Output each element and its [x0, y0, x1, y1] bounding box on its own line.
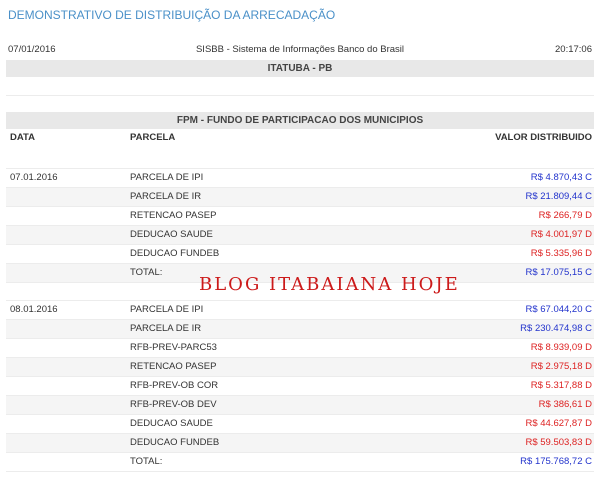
table-row: 08.01.2016 PARCELA DE IPI R$ 67.044,20 C	[6, 301, 594, 320]
column-header-date: DATA	[10, 132, 35, 143]
table-row: TOTAL: R$ 175.768,72 C	[6, 453, 594, 472]
row-parcel: DEDUCAO SAUDE	[130, 418, 213, 429]
group-gap	[6, 146, 594, 169]
row-parcel: PARCELA DE IR	[130, 191, 202, 202]
row-parcel: TOTAL:	[130, 267, 163, 278]
row-value: R$ 17.075,15 C	[525, 267, 592, 278]
row-value: R$ 4.001,97 D	[530, 229, 592, 240]
row-parcel: RFB-PREV-PARC53	[130, 342, 217, 353]
table-row: RETENCAO PASEP R$ 2.975,18 D	[6, 358, 594, 377]
row-parcel: RFB-PREV-OB COR	[130, 380, 219, 391]
row-value: R$ 8.939,09 D	[530, 342, 592, 353]
row-parcel: DEDUCAO FUNDEB	[130, 248, 220, 259]
row-date: 07.01.2016	[10, 172, 58, 183]
row-value: R$ 44.627,87 D	[525, 418, 592, 429]
table-row: PARCELA DE IR R$ 230.474,98 C	[6, 320, 594, 339]
distribution-table: 07.01.2016 PARCELA DE IPI R$ 4.870,43 C PAR…	[0, 146, 600, 472]
table-row: RFB-PREV-OB DEV R$ 386,61 D	[6, 396, 594, 415]
system-name: SISBB - Sistema de Informações Banco do …	[195, 44, 405, 55]
row-value: R$ 59.503,83 D	[525, 437, 592, 448]
row-value: R$ 2.975,18 D	[530, 361, 592, 372]
row-date: 08.01.2016	[10, 304, 58, 315]
row-parcel: DEDUCAO SAUDE	[130, 229, 213, 240]
row-parcel: DEDUCAO FUNDEB	[130, 437, 220, 448]
row-parcel: RFB-PREV-OB DEV	[130, 399, 217, 410]
row-value: R$ 175.768,72 C	[520, 456, 592, 467]
row-parcel: PARCELA DE IPI	[130, 172, 204, 183]
municipality-bar: ITATUBA - PB	[6, 60, 594, 77]
table-row: 07.01.2016 PARCELA DE IPI R$ 4.870,43 C	[6, 169, 594, 188]
row-value: R$ 386,61 D	[538, 399, 592, 410]
column-header-value: VALOR DISTRIBUIDO	[495, 132, 592, 143]
row-value: R$ 266,79 D	[538, 210, 592, 221]
table-row: DEDUCAO FUNDEB R$ 59.503,83 D	[6, 434, 594, 453]
section-spacer	[6, 77, 594, 96]
row-value: R$ 4.870,43 C	[530, 172, 592, 183]
row-parcel: TOTAL:	[130, 456, 163, 467]
table-row: DEDUCAO SAUDE R$ 4.001,97 D	[6, 226, 594, 245]
table-row: RFB-PREV-PARC53 R$ 8.939,09 D	[6, 339, 594, 358]
column-header-parcel: PARCELA	[130, 132, 176, 143]
table-row: PARCELA DE IR R$ 21.809,44 C	[6, 188, 594, 207]
row-parcel: RETENCAO PASEP	[130, 361, 217, 372]
row-parcel: RETENCAO PASEP	[130, 210, 217, 221]
table-header: DATA PARCELA VALOR DISTRIBUIDO	[6, 129, 594, 146]
row-value: R$ 67.044,20 C	[525, 304, 592, 315]
report-time: 20:17:06	[555, 44, 592, 55]
row-value: R$ 230.474,98 C	[520, 323, 592, 334]
row-parcel: PARCELA DE IPI	[130, 304, 204, 315]
row-parcel: PARCELA DE IR	[130, 323, 202, 334]
fund-title-bar: FPM - FUNDO DE PARTICIPACAO DOS MUNICIPI…	[6, 112, 594, 129]
row-value: R$ 5.335,96 D	[530, 248, 592, 259]
table-row: DEDUCAO SAUDE R$ 44.627,87 D	[6, 415, 594, 434]
table-row: DEDUCAO FUNDEB R$ 5.335,96 D	[6, 245, 594, 264]
table-row: RETENCAO PASEP R$ 266,79 D	[6, 207, 594, 226]
page-title: DEMONSTRATIVO DE DISTRIBUIÇÃO DA ARRECAD…	[8, 8, 336, 22]
row-value: R$ 21.809,44 C	[525, 191, 592, 202]
row-value: R$ 5.317,88 D	[530, 380, 592, 391]
blog-watermark: BLOG ITABAIANA HOJE	[199, 274, 460, 295]
report-meta: 07/01/2016 SISBB - Sistema de Informaçõe…	[0, 40, 600, 60]
table-row: RFB-PREV-OB COR R$ 5.317,88 D	[6, 377, 594, 396]
